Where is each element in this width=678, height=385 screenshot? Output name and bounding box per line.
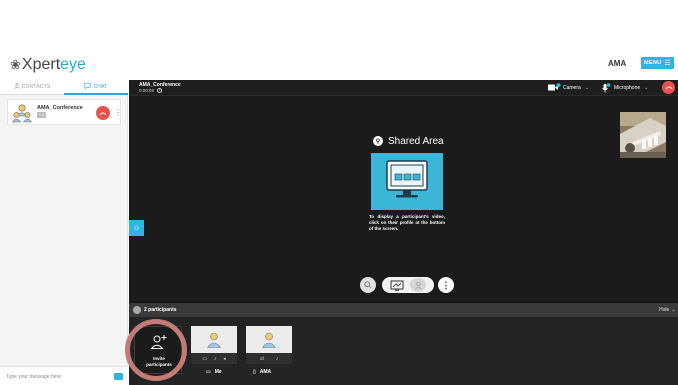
participant-count-badge: ▪ 2 — [37, 112, 47, 118]
camera-icon — [548, 83, 561, 91]
end-call-button[interactable] — [662, 81, 675, 94]
invite-label-line2: participants — [146, 361, 172, 367]
participant-tile-ama[interactable]: ▭̸ ♪ — [246, 326, 292, 364]
tab-chat-label: CHAT — [93, 83, 108, 90]
conference-header: AMA_Conference 0:00:08 i Camera ⌄ Microp… — [129, 80, 678, 96]
share-screen-icon — [390, 280, 404, 291]
sidebar-tabs: CONTACTS CHAT — [0, 80, 128, 95]
zoom-button[interactable] — [360, 277, 376, 293]
remote-video-thumbnail[interactable] — [620, 112, 666, 158]
message-input[interactable] — [6, 371, 106, 382]
camera-label: Camera — [563, 84, 581, 91]
chat-icon — [84, 82, 92, 91]
participant-controls: ▭̸ ♪ — [246, 353, 292, 364]
participant-name: AMA — [259, 368, 272, 375]
shared-area-icon: ⚲ — [373, 136, 383, 146]
invite-participants-button[interactable]: Invite participants — [134, 326, 182, 374]
call-duration: 0:00:08 — [139, 88, 155, 93]
hide-label: Hide — [659, 307, 670, 313]
participant-name: Me — [214, 368, 222, 375]
participant-name-me: ▭ Me — [206, 368, 222, 375]
shared-area-title: ⚲ Shared Area — [373, 135, 444, 147]
top-bar: ❀ Xpert eye AMA MENU ☰ — [0, 55, 678, 75]
chevron-down-icon: ⌄ — [671, 307, 676, 313]
group-avatar-icon — [11, 103, 33, 123]
menu-button-label: MENU — [644, 60, 662, 66]
share-controls — [382, 277, 434, 293]
participant-tile-me[interactable]: ▭ ♪ ◂ — [191, 326, 237, 364]
hide-participants-button[interactable]: Hide ⌄ — [659, 307, 676, 313]
shared-area-illustration — [371, 153, 443, 210]
message-composer — [0, 366, 128, 385]
camera-icon[interactable]: ▭ — [202, 356, 207, 362]
more-options-button[interactable]: ⋮ — [438, 277, 454, 293]
add-user-icon — [150, 335, 167, 349]
microphone-label: Microphone — [614, 84, 641, 91]
invite-label: Invite participants — [135, 356, 183, 367]
microphone-icon[interactable]: ♪ — [276, 356, 279, 362]
user-avatar-icon — [207, 332, 221, 348]
conversation-name: AMA_Conference — [37, 105, 83, 111]
send-icon — [116, 380, 121, 385]
sidebar: CONTACTS CHAT AMA_Conference ▪ 2 ⋮ Type … — [0, 80, 128, 385]
speaker-icon[interactable]: ◂ — [223, 356, 226, 362]
phone-hangup-icon — [665, 86, 672, 89]
username-label: AMA — [608, 59, 627, 68]
participants-panel-toggle[interactable]: ⚇ — [129, 220, 144, 236]
person-icon — [13, 83, 20, 91]
logo-mark-icon: ❀ — [10, 57, 21, 72]
camera-off-icon[interactable]: ▭̸ — [260, 356, 265, 362]
zoom-icon — [364, 281, 372, 289]
logo-text-part2: eye — [60, 56, 86, 73]
share-camera-button[interactable] — [410, 278, 426, 292]
tab-contacts[interactable]: CONTACTS — [0, 80, 64, 95]
microphone-icon — [602, 82, 611, 92]
info-icon[interactable]: i — [157, 88, 163, 93]
participant-controls: ▭ ♪ ◂ — [191, 353, 237, 364]
user-avatar-icon — [262, 332, 276, 348]
share-screen-button[interactable] — [388, 279, 406, 291]
phone-hangup-icon — [99, 112, 107, 115]
people-icon: ▪ — [39, 112, 41, 117]
camera-user-icon — [414, 281, 422, 290]
app-root: ❀ Xpert eye AMA MENU ☰ CONTACTS CHAT AMA… — [0, 0, 678, 385]
conference-area: AMA_Conference 0:00:08 i Camera ⌄ Microp… — [125, 80, 678, 385]
screen-icon: ▭ — [206, 368, 211, 375]
phone-icon: ▯ — [253, 368, 256, 375]
hamburger-icon: ☰ — [664, 60, 671, 67]
microphone-control[interactable]: Microphone ⌄ — [601, 82, 648, 93]
participants-panel: 2 participants Hide ⌄ Invite participant… — [125, 302, 678, 385]
tab-chat[interactable]: CHAT — [64, 80, 128, 95]
participant-name-ama: ▯ AMA — [253, 368, 271, 375]
participants-icon — [133, 306, 141, 314]
chevron-down-icon: ⌄ — [644, 84, 649, 91]
conversation-item[interactable]: AMA_Conference ▪ 2 ⋮ — [7, 99, 122, 125]
shared-area-hint: To display a participant's video, click … — [369, 214, 445, 231]
camera-control[interactable]: Camera ⌄ — [548, 82, 589, 93]
users-icon: ⚇ — [133, 225, 140, 232]
participants-header: 2 participants Hide ⌄ — [129, 303, 678, 317]
conversation-more-icon[interactable]: ⋮ — [114, 106, 122, 120]
menu-button[interactable]: MENU ☰ — [641, 57, 674, 69]
shared-area-title-text: Shared Area — [388, 135, 444, 147]
conference-timer: 0:00:08 i — [139, 88, 163, 93]
logo-text-part1: Xpert — [21, 56, 61, 73]
participant-count: 2 — [41, 112, 45, 117]
vertical-dots-icon: ⋮ — [441, 280, 451, 290]
participants-count: 2 participants — [144, 307, 177, 313]
send-button[interactable] — [114, 373, 123, 385]
chevron-down-icon: ⌄ — [584, 84, 589, 91]
microphone-icon[interactable]: ♪ — [214, 356, 217, 362]
hangup-button[interactable] — [96, 106, 110, 120]
xperteye-logo: ❀ Xpert eye — [10, 55, 86, 75]
tab-contacts-label: CONTACTS — [21, 84, 51, 90]
